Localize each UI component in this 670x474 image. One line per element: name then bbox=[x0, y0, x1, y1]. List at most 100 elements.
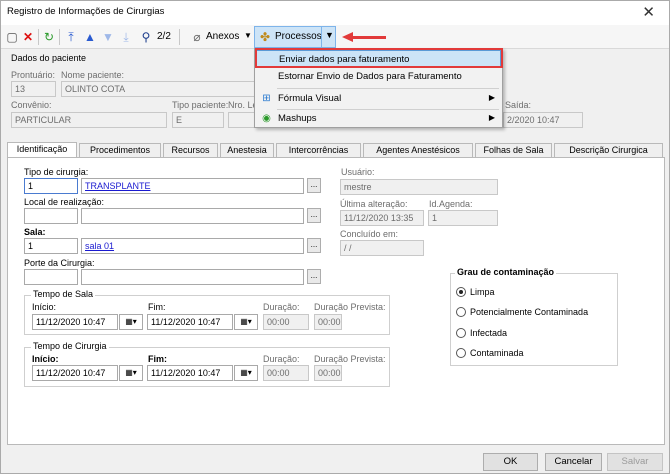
convenio-field: PARTICULAR bbox=[11, 112, 167, 128]
ultima-alteracao-label: Última alteração: bbox=[340, 199, 408, 209]
tab-folhas-de-sala[interactable]: Folhas de Sala bbox=[475, 143, 552, 158]
previous-record-icon[interactable]: ▲ bbox=[83, 30, 97, 44]
radio-contaminada[interactable] bbox=[456, 348, 466, 358]
tipo-cirurgia-code-field[interactable]: 1 bbox=[24, 178, 78, 194]
tempo-cirurgia-fim-field[interactable]: 11/12/2020 10:47 bbox=[147, 365, 233, 381]
saida-field: 2/2020 10:47 bbox=[503, 112, 583, 128]
porte-cirurgia-code-field[interactable] bbox=[24, 269, 78, 285]
menu-item-formula-visual[interactable]: ⊞ Fórmula Visual ▶ bbox=[256, 90, 501, 108]
tempo-sala-duracao-prevista-label: Duração Prevista: bbox=[314, 302, 386, 312]
menu-item-estornar-envio[interactable]: Estornar Envio de Dados para Faturamento bbox=[256, 68, 501, 86]
tempo-cirurgia-inicio-field[interactable]: 11/12/2020 10:47 bbox=[32, 365, 118, 381]
tempo-cirurgia-duracao-prevista-field: 00:00 bbox=[314, 365, 342, 381]
window-title: Registro de Informações de Cirurgias bbox=[7, 6, 165, 17]
prontuario-label: Prontuário: bbox=[11, 70, 56, 80]
porte-cirurgia-name-field[interactable] bbox=[81, 269, 304, 285]
tempo-sala-fim-label: Fim: bbox=[148, 302, 166, 312]
new-record-icon[interactable]: ▢ bbox=[5, 30, 19, 44]
toolbar-separator bbox=[38, 29, 39, 45]
menu-item-label: Mashups bbox=[278, 113, 317, 124]
saida-label: Saída: bbox=[505, 100, 532, 110]
calendar-dropdown-icon[interactable]: ▦▾ bbox=[234, 314, 258, 330]
concluido-em-field: / / bbox=[340, 240, 424, 256]
usuario-label: Usuário: bbox=[341, 167, 375, 177]
binoculars-icon[interactable]: ⚲ bbox=[139, 30, 153, 44]
processos-icon: ✤ bbox=[259, 30, 271, 44]
anexos-button[interactable]: Anexos bbox=[206, 31, 239, 42]
tab-agentes-anestesicos[interactable]: Agentes Anestésicos bbox=[363, 143, 473, 158]
processos-button[interactable]: ✤ Processos ▼ bbox=[254, 26, 336, 48]
radio-contaminada-label[interactable]: Contaminada bbox=[470, 348, 524, 358]
tab-recursos[interactable]: Recursos bbox=[163, 143, 218, 158]
refresh-icon[interactable]: ↻ bbox=[42, 30, 56, 44]
local-realizacao-label: Local de realização: bbox=[24, 197, 105, 207]
prontuario-field: 13 bbox=[11, 81, 56, 97]
menu-item-label: Fórmula Visual bbox=[278, 93, 342, 104]
tab-descricao-cirurgica[interactable]: Descrição Cirurgica bbox=[554, 143, 663, 158]
radio-potencialmente-contaminada-label[interactable]: Potencialmente Contaminada bbox=[470, 307, 588, 317]
salvar-button[interactable]: Salvar bbox=[607, 453, 663, 471]
menu-item-label: Estornar Envio de Dados para Faturamento bbox=[278, 71, 462, 82]
processos-menu: Enviar dados para faturamento Estornar E… bbox=[254, 48, 503, 128]
radio-limpa-label[interactable]: Limpa bbox=[470, 287, 495, 297]
delete-icon[interactable]: ✕ bbox=[21, 30, 35, 44]
first-record-icon[interactable]: ⤒ bbox=[64, 30, 78, 44]
id-agenda-field: 1 bbox=[428, 210, 498, 226]
submenu-arrow-icon: ▶ bbox=[488, 93, 495, 102]
local-realizacao-search-button[interactable]: ... bbox=[307, 208, 321, 223]
last-record-icon[interactable]: ⤓ bbox=[119, 30, 133, 44]
concluido-em-label: Concluído em: bbox=[340, 229, 399, 239]
anexos-dropdown-icon[interactable]: ▼ bbox=[244, 31, 252, 40]
tempo-sala-inicio-field[interactable]: 11/12/2020 10:47 bbox=[32, 314, 118, 330]
tempo-sala-fim-field[interactable]: 11/12/2020 10:47 bbox=[147, 314, 233, 330]
local-realizacao-code-field[interactable] bbox=[24, 208, 78, 224]
tipo-cirurgia-name-field[interactable]: TRANSPLANTE bbox=[81, 178, 304, 194]
paperclip-icon[interactable]: ⌀ bbox=[190, 30, 204, 44]
nome-paciente-label: Nome paciente: bbox=[61, 70, 125, 80]
id-agenda-label: Id.Agenda: bbox=[429, 199, 473, 209]
tab-procedimentos[interactable]: Procedimentos bbox=[79, 143, 161, 158]
ultima-alteracao-field: 11/12/2020 13:35 bbox=[340, 210, 424, 226]
radio-infectada[interactable] bbox=[456, 328, 466, 338]
title-bar: Registro de Informações de Cirurgias ✕ bbox=[1, 1, 669, 25]
radio-infectada-label[interactable]: Infectada bbox=[470, 328, 507, 338]
menu-item-mashups[interactable]: ◉ Mashups ▶ bbox=[256, 110, 501, 128]
mashups-icon: ◉ bbox=[262, 113, 271, 124]
sala-link[interactable]: sala 01 bbox=[85, 241, 114, 251]
processos-label: Processos bbox=[275, 31, 322, 42]
tab-anestesia[interactable]: Anestesia bbox=[220, 143, 274, 158]
porte-cirurgia-label: Porte da Cirurgia: bbox=[24, 258, 95, 268]
tempo-cirurgia-duracao-prevista-label: Duração Prevista: bbox=[314, 354, 386, 364]
tempo-cirurgia-fim-label: Fim: bbox=[148, 354, 167, 364]
menu-item-enviar-dados-faturamento[interactable]: Enviar dados para faturamento bbox=[256, 50, 501, 68]
close-icon[interactable]: ✕ bbox=[642, 3, 655, 21]
local-realizacao-name-field[interactable] bbox=[81, 208, 304, 224]
ok-button[interactable]: OK bbox=[483, 453, 538, 471]
tipo-cirurgia-search-button[interactable]: ... bbox=[307, 178, 321, 193]
radio-limpa[interactable] bbox=[456, 287, 466, 297]
menu-separator bbox=[277, 88, 499, 89]
tipo-paciente-label: Tipo paciente: bbox=[172, 100, 229, 110]
split-divider bbox=[321, 27, 322, 47]
cancelar-button[interactable]: Cancelar bbox=[545, 453, 602, 471]
toolbar: ▢ ✕ ↻ ⤒ ▲ ▼ ⤓ ⚲ 2/2 ⌀ Anexos ▼ ✤ Process… bbox=[1, 25, 669, 49]
calendar-dropdown-icon[interactable]: ▦▾ bbox=[119, 365, 143, 381]
calendar-dropdown-icon[interactable]: ▦▾ bbox=[234, 365, 258, 381]
annotation-arrow-shaft bbox=[352, 36, 386, 39]
sala-search-button[interactable]: ... bbox=[307, 238, 321, 253]
tempo-sala-duracao-label: Duração: bbox=[263, 302, 300, 312]
tipo-paciente-field: E bbox=[172, 112, 224, 128]
calendar-dropdown-icon[interactable]: ▦▾ bbox=[119, 314, 143, 330]
porte-cirurgia-search-button[interactable]: ... bbox=[307, 269, 321, 284]
nro-leito-field bbox=[228, 112, 255, 128]
annotation-arrow-icon bbox=[342, 32, 353, 42]
next-record-icon[interactable]: ▼ bbox=[101, 30, 115, 44]
radio-potencialmente-contaminada[interactable] bbox=[456, 307, 466, 317]
processos-dropdown-icon[interactable]: ▼ bbox=[325, 30, 334, 40]
tipo-cirurgia-link[interactable]: TRANSPLANTE bbox=[85, 181, 151, 191]
sala-name-field[interactable]: sala 01 bbox=[81, 238, 304, 254]
tempo-cirurgia-duracao-label: Duração: bbox=[263, 354, 300, 364]
convenio-label: Convênio: bbox=[11, 100, 52, 110]
tab-intercorrencias[interactable]: Intercorrências bbox=[276, 143, 361, 158]
sala-code-field[interactable]: 1 bbox=[24, 238, 78, 254]
